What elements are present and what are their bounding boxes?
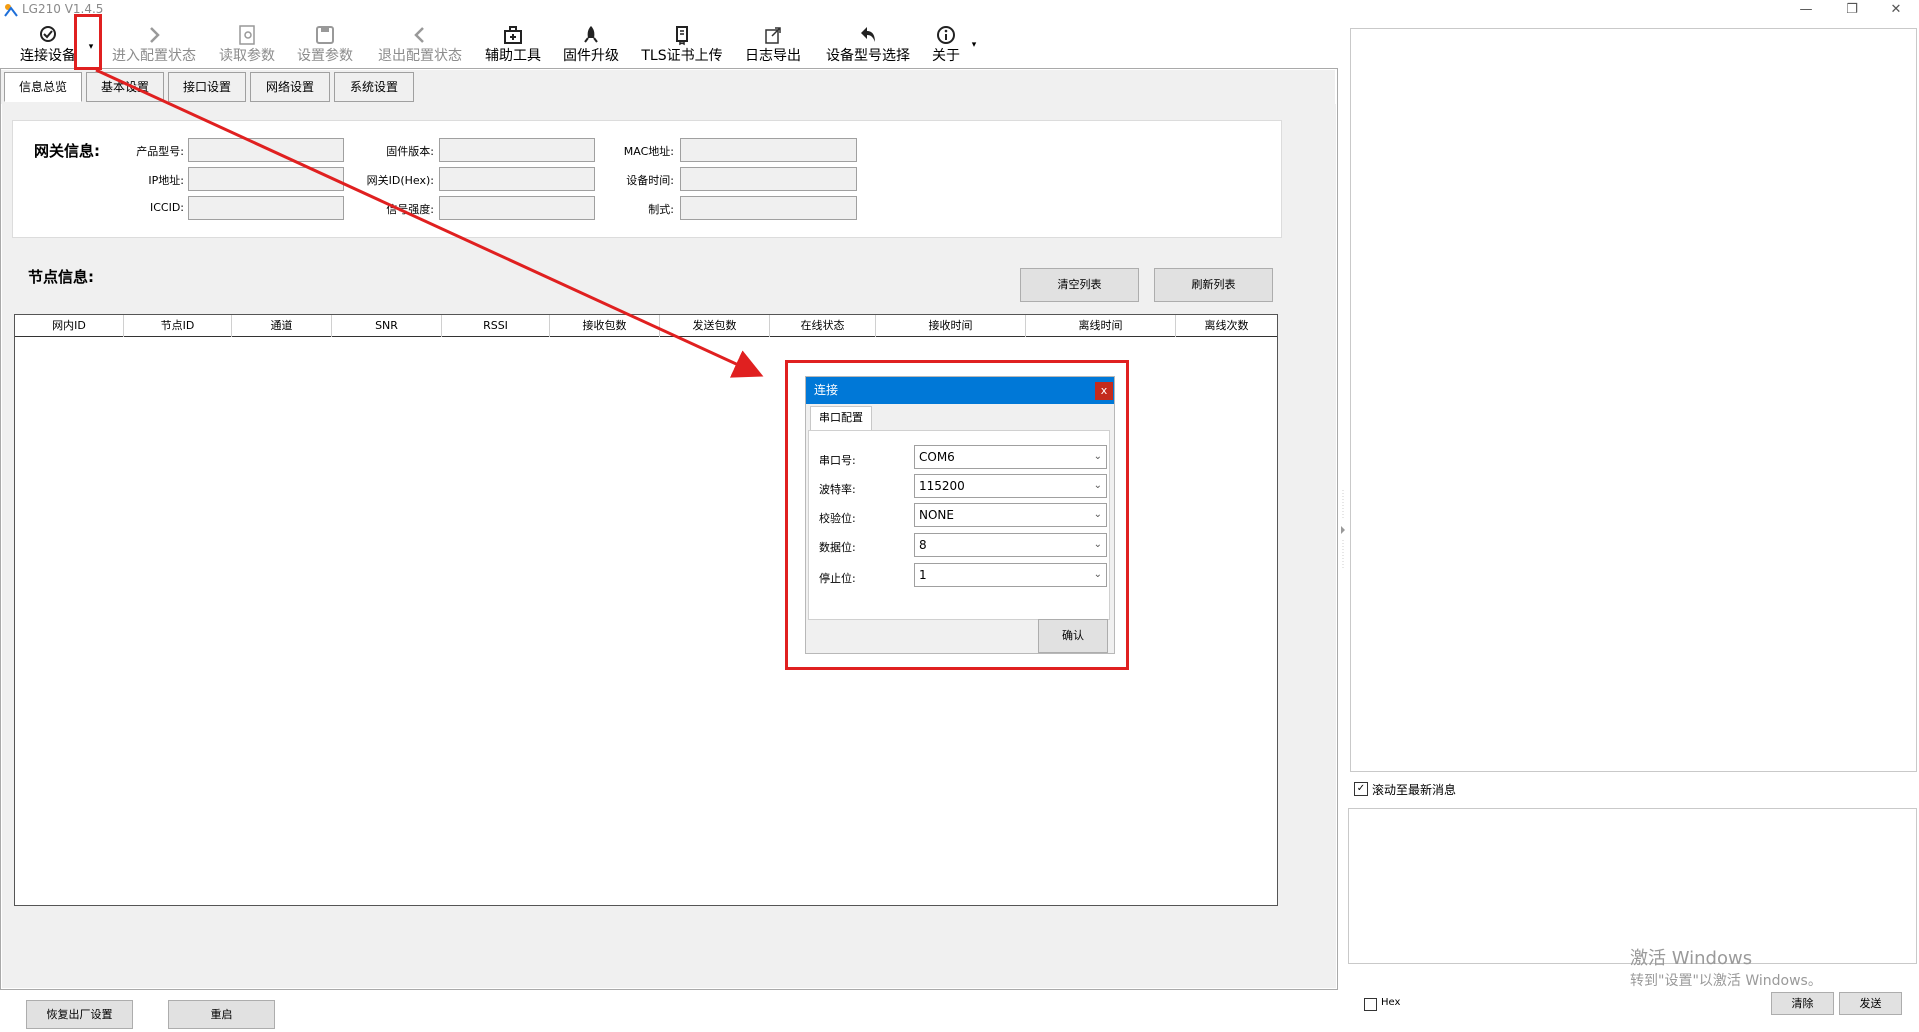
column-header[interactable]: 网内ID <box>15 315 124 337</box>
annotation-highlight-dialog <box>785 360 1129 670</box>
clear-list-button[interactable]: 清空列表 <box>1020 268 1139 302</box>
set-params-button[interactable]: 设置参数 <box>292 24 358 68</box>
log-output-area[interactable] <box>1350 28 1917 772</box>
restore-button[interactable]: ❐ <box>1829 0 1875 20</box>
send-input-area[interactable] <box>1348 808 1917 964</box>
mac-address-field[interactable] <box>680 138 857 162</box>
read-params-button[interactable]: 读取参数 <box>214 24 280 68</box>
set-params-label: 设置参数 <box>297 48 353 64</box>
column-header[interactable]: 通道 <box>232 315 332 337</box>
chevron-left-icon <box>414 27 424 43</box>
column-header[interactable]: 接收时间 <box>876 315 1026 337</box>
close-button[interactable]: ✕ <box>1873 0 1919 20</box>
certificate-icon <box>676 26 688 46</box>
exit-config-button[interactable]: 退出配置状态 <box>370 24 470 68</box>
firmware-version-field[interactable] <box>439 138 595 162</box>
tab-interface-settings[interactable]: 接口设置 <box>168 72 246 102</box>
chevron-right-icon <box>150 27 160 43</box>
standard-label: 制式: <box>648 203 674 216</box>
product-model-label: 产品型号: <box>136 145 184 158</box>
signal-strength-field[interactable] <box>439 196 595 220</box>
about-button[interactable]: 关于 <box>928 24 964 68</box>
refresh-list-button[interactable]: 刷新列表 <box>1154 268 1273 302</box>
send-button[interactable]: 发送 <box>1839 992 1902 1015</box>
clear-log-button[interactable]: 清除 <box>1771 992 1834 1015</box>
enter-config-label: 进入配置状态 <box>112 48 196 64</box>
column-header[interactable]: 离线时间 <box>1026 315 1176 337</box>
firmware-upgrade-button[interactable]: 固件升级 <box>557 24 625 68</box>
factory-reset-button[interactable]: 恢复出厂设置 <box>26 1000 133 1029</box>
column-header[interactable]: 发送包数 <box>660 315 770 337</box>
tls-upload-label: TLS证书上传 <box>641 48 723 64</box>
scroll-latest-checkbox[interactable]: ✓ <box>1354 782 1368 796</box>
save-icon <box>316 26 334 44</box>
scroll-latest-label: 滚动至最新消息 <box>1372 783 1457 797</box>
ip-field[interactable] <box>188 167 344 191</box>
device-model-select-button[interactable]: 设备型号选择 <box>818 24 918 68</box>
minimize-button[interactable]: — <box>1783 0 1829 20</box>
checkmark-icon: ✓ <box>1354 782 1368 796</box>
mac-address-label: MAC地址: <box>623 145 674 158</box>
column-header[interactable]: 在线状态 <box>770 315 876 337</box>
title-bar <box>0 0 1919 20</box>
activation-watermark-title: 激活 Windows <box>1630 948 1753 969</box>
tab-overview[interactable]: 信息总览 <box>4 72 82 102</box>
column-header[interactable]: 离线次数 <box>1176 315 1277 337</box>
tab-system-settings[interactable]: 系统设置 <box>334 72 414 102</box>
tab-network-settings[interactable]: 网络设置 <box>250 72 330 102</box>
column-header[interactable]: 节点ID <box>124 315 232 337</box>
column-header[interactable]: RSSI <box>442 315 550 337</box>
about-label: 关于 <box>932 48 960 64</box>
node-info-title: 节点信息: <box>28 268 94 286</box>
tab-basic-settings[interactable]: 基本设置 <box>86 72 164 102</box>
ip-label: IP地址: <box>148 174 184 187</box>
standard-field[interactable] <box>680 196 857 220</box>
read-document-icon <box>239 25 255 45</box>
device-time-label: 设备时间: <box>626 174 674 187</box>
tls-upload-button[interactable]: TLS证书上传 <box>636 24 728 68</box>
info-icon <box>937 26 955 44</box>
log-export-button[interactable]: 日志导出 <box>740 24 806 68</box>
aux-tools-button[interactable]: 辅助工具 <box>480 24 546 68</box>
undo-arrow-icon <box>861 27 875 42</box>
splitter-handle[interactable] <box>1340 490 1346 570</box>
hex-checkbox-box <box>1364 998 1377 1011</box>
rocket-icon <box>584 26 598 43</box>
log-export-label: 日志导出 <box>745 48 801 64</box>
signal-strength-label: 信号强度: <box>386 203 434 216</box>
hex-checkbox[interactable] <box>1364 998 1377 1011</box>
enter-config-button[interactable]: 进入配置状态 <box>104 24 204 68</box>
device-time-field[interactable] <box>680 167 857 191</box>
column-header[interactable]: SNR <box>332 315 442 337</box>
iccid-label: ICCID: <box>149 201 184 214</box>
firmware-version-label: 固件版本: <box>386 145 434 158</box>
iccid-field[interactable] <box>188 196 344 220</box>
toolbox-icon <box>504 26 522 44</box>
gateway-id-label: 网关ID(Hex): <box>366 174 434 187</box>
aux-tools-label: 辅助工具 <box>485 48 541 64</box>
splitter-arrow-icon <box>1341 490 1345 570</box>
reboot-button[interactable]: 重启 <box>168 1000 275 1029</box>
chevron-down-icon: ▾ <box>971 40 977 50</box>
app-logo-icon <box>4 4 18 17</box>
checkmark-shield-icon <box>40 26 56 42</box>
annotation-highlight-dropdown <box>74 14 102 70</box>
exit-config-label: 退出配置状态 <box>378 48 462 64</box>
column-header[interactable]: 接收包数 <box>550 315 660 337</box>
device-model-select-label: 设备型号选择 <box>826 48 910 64</box>
gateway-id-field[interactable] <box>439 167 595 191</box>
firmware-upgrade-label: 固件升级 <box>563 48 619 64</box>
hex-label: Hex <box>1381 997 1401 1008</box>
product-model-field[interactable] <box>188 138 344 162</box>
read-params-label: 读取参数 <box>219 48 275 64</box>
activation-watermark-subtitle: 转到"设置"以激活 Windows。 <box>1630 973 1822 989</box>
export-icon <box>765 27 781 44</box>
